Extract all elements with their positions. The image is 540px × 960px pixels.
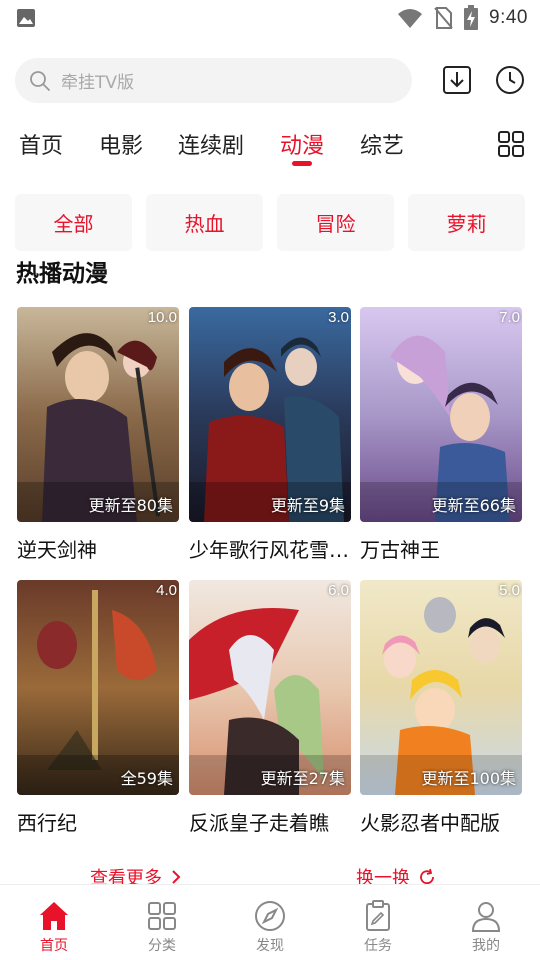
section-title: 热播动漫 (16, 261, 108, 287)
bottom-navigation: 首页 分类 发现 任务 我的 (0, 884, 540, 960)
nav-category[interactable]: 分类 (122, 899, 202, 955)
nav-label: 首页 (40, 938, 68, 954)
rating-score: 10.0 (147, 309, 177, 326)
video-card[interactable]: 7.0 更新至66集 万古神王 (360, 307, 522, 563)
card-title: 万古神王 (360, 538, 440, 562)
video-card[interactable]: 3.0 更新至9集 少年歌行风花雪月篇 (189, 307, 351, 563)
tab-variety[interactable]: 综艺 (360, 128, 404, 160)
nav-profile[interactable]: 我的 (446, 899, 526, 955)
video-card[interactable]: 10.0 更新至80集 逆天剑神 (17, 307, 179, 563)
card-title: 逆天剑神 (17, 538, 97, 562)
poster-image: 4.0 全59集 (17, 580, 179, 795)
rating-score: 4.0 (156, 582, 177, 599)
battery-charging-icon (464, 5, 479, 30)
home-icon (40, 902, 68, 930)
chevron-right-icon (172, 870, 181, 884)
nav-label: 我的 (472, 938, 500, 954)
nav-label: 任务 (364, 938, 392, 954)
episode-status: 更新至66集 (431, 496, 516, 515)
episode-status: 更新至27集 (260, 769, 345, 788)
nav-home[interactable]: 首页 (14, 899, 94, 955)
episode-status: 全59集 (120, 769, 173, 788)
category-tabs: 首页 电影 连续剧 动漫 综艺 (0, 128, 540, 168)
rating-score: 5.0 (499, 582, 520, 599)
filter-chip-loli[interactable]: 萝莉 (408, 194, 525, 251)
poster-image: 6.0 更新至27集 (189, 580, 351, 795)
video-card[interactable]: 4.0 全59集 西行纪 (17, 580, 179, 836)
episode-status: 更新至100集 (421, 769, 516, 788)
rating-score: 7.0 (499, 309, 520, 326)
compass-icon (255, 901, 285, 931)
no-sim-icon (434, 7, 453, 29)
card-title: 反派皇子走着瞧 (189, 811, 329, 835)
filter-chip-all[interactable]: 全部 (15, 194, 132, 251)
search-bar[interactable]: 牵挂TV版 (15, 58, 412, 103)
profile-icon (471, 902, 501, 932)
download-icon[interactable] (441, 64, 473, 96)
app-screen: 9:40 牵挂TV版 首页 电影 连续剧 动漫 综艺 全部 热血 冒险 萝莉 热… (0, 0, 540, 960)
category-icon (148, 902, 176, 930)
episode-status: 更新至80集 (88, 496, 173, 515)
video-card[interactable]: 6.0 更新至27集 反派皇子走着瞧 (189, 580, 351, 836)
video-card[interactable]: 5.0 更新至100集 火影忍者中配版 (360, 580, 522, 836)
search-icon (30, 70, 50, 91)
search-placeholder: 牵挂TV版 (61, 73, 135, 93)
nav-label: 发现 (256, 938, 284, 954)
card-title: 少年歌行风花雪月篇 (189, 538, 351, 562)
rating-score: 6.0 (328, 582, 349, 599)
poster-image: 5.0 更新至100集 (360, 580, 522, 795)
status-icons: 9:40 (397, 4, 528, 32)
filter-chip-hot-blood[interactable]: 热血 (146, 194, 263, 251)
active-tab-indicator (292, 161, 312, 166)
clock-time: 9:40 (489, 7, 528, 28)
rating-score: 3.0 (328, 309, 349, 326)
poster-image: 3.0 更新至9集 (189, 307, 351, 522)
task-icon (366, 900, 390, 931)
nav-label: 分类 (148, 938, 176, 954)
history-clock-icon[interactable] (494, 64, 526, 96)
nav-discover[interactable]: 发现 (230, 899, 310, 955)
card-title: 西行纪 (17, 811, 77, 835)
poster-image: 7.0 更新至66集 (360, 307, 522, 522)
tab-movies[interactable]: 电影 (99, 128, 143, 160)
tab-anime[interactable]: 动漫 (280, 128, 324, 160)
wifi-icon (398, 9, 423, 28)
nav-tasks[interactable]: 任务 (338, 899, 418, 955)
tab-home[interactable]: 首页 (19, 128, 63, 160)
poster-image: 10.0 更新至80集 (17, 307, 179, 522)
status-bar: 9:40 (0, 0, 540, 36)
tab-series[interactable]: 连续剧 (178, 128, 244, 160)
episode-status: 更新至9集 (270, 496, 345, 515)
gallery-notification-icon (17, 9, 35, 27)
grid-menu-icon[interactable] (497, 130, 525, 158)
card-title: 火影忍者中配版 (360, 811, 500, 835)
filter-chip-adventure[interactable]: 冒险 (277, 194, 394, 251)
